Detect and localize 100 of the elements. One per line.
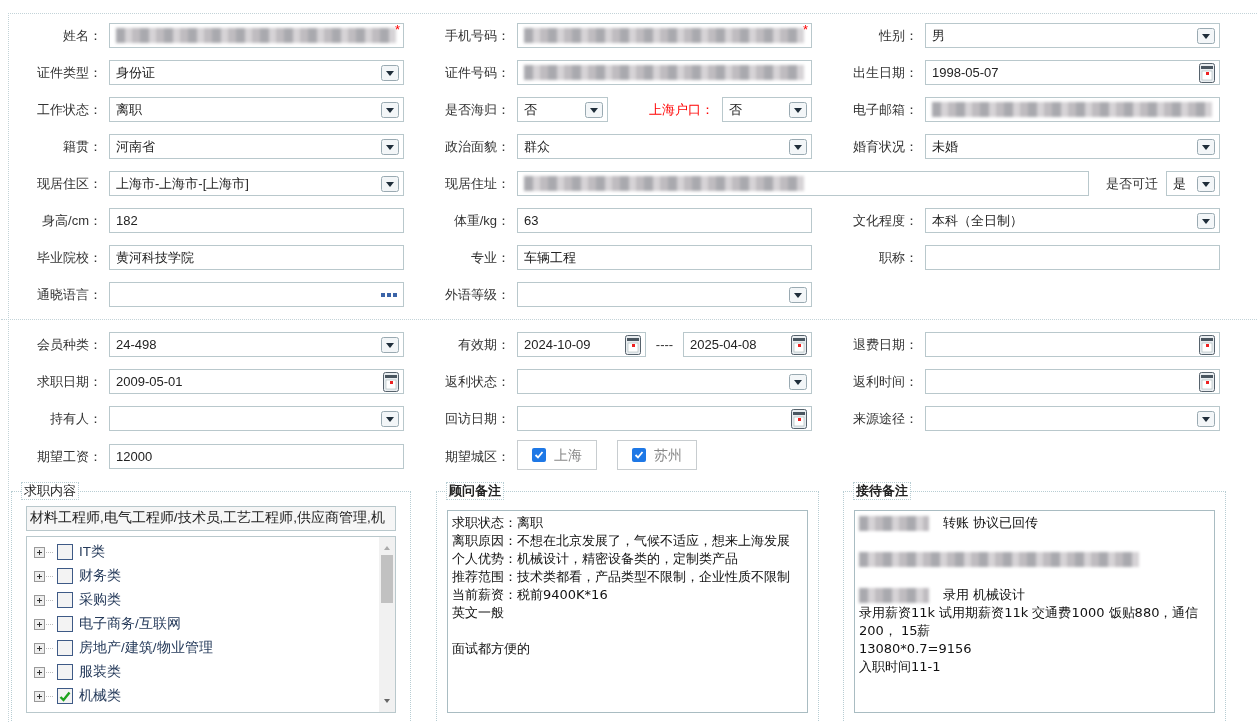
input-field[interactable] <box>925 245 1220 270</box>
calendar-icon <box>1199 371 1215 392</box>
dropdown[interactable]: 河南省 <box>109 134 404 159</box>
field-label: 返利时间： <box>852 372 919 391</box>
note-line: 个人优势：机械设计，精密设备类的，定制类产品 <box>452 550 738 568</box>
input-field[interactable] <box>517 171 1089 196</box>
tree-item[interactable]: 电子商务/互联网 <box>79 613 181 635</box>
dropdown[interactable]: 24-498 <box>109 332 404 357</box>
note-line: 当前薪资：税前9400K*16 <box>452 586 608 604</box>
note-line: 离职原因：不想在北京发展了，气候不适应，想来上海发展 <box>452 532 790 550</box>
date-field[interactable] <box>925 369 1220 394</box>
calendar-icon <box>1199 334 1215 355</box>
field-label: 职称： <box>878 248 919 267</box>
dropdown[interactable]: 否 <box>721 97 812 122</box>
field-label: 婚育状况： <box>852 137 919 156</box>
date-field[interactable]: 2024-10-09 <box>517 332 646 357</box>
notes-textarea[interactable]: 转账 协议已回传 录用 机械设计 录用薪资11k 试用期薪资11k 交通费1000 饭贴880，通信200， 15薪 13080*0.7=9156 入职时间11-1 <box>854 510 1215 713</box>
field-label: 证件类型： <box>36 63 103 82</box>
note-line: 英文一般 <box>452 604 504 622</box>
field-label: 毕业院校： <box>36 248 103 267</box>
checkbox[interactable] <box>57 688 73 704</box>
panel-title: 顾问备注 <box>446 482 504 500</box>
calendar-icon <box>791 408 807 429</box>
dropdown[interactable]: 男 <box>925 23 1220 48</box>
checkbox[interactable] <box>57 568 73 584</box>
tree-item[interactable]: 采购类 <box>79 589 121 611</box>
calendar-icon <box>383 371 399 392</box>
panel-title: 求职内容 <box>21 482 79 500</box>
checkbox[interactable] <box>57 640 73 656</box>
field-label: 文化程度： <box>852 211 919 230</box>
note-line: 求职状态：离职 <box>452 514 543 532</box>
dropdown[interactable]: 否 <box>517 97 608 122</box>
date-field[interactable] <box>517 406 812 431</box>
expand-icon[interactable] <box>34 642 54 654</box>
input-field[interactable]: 182 <box>109 208 404 233</box>
tree-item[interactable]: 财务类 <box>79 565 121 587</box>
field-label: 性别： <box>878 26 919 45</box>
field-label: 期望工资： <box>36 447 103 466</box>
city-checkbox[interactable]: 苏州 <box>617 440 697 470</box>
field-label: 籍贯： <box>62 137 103 156</box>
field-label: 电子邮箱： <box>852 100 919 119</box>
expand-icon[interactable] <box>34 618 54 630</box>
date-field[interactable]: 2025-04-08 <box>683 332 812 357</box>
tree-item[interactable]: 房地产/建筑/物业管理 <box>79 637 213 659</box>
input-field[interactable]: 63 <box>517 208 812 233</box>
input-field[interactable] <box>925 97 1220 122</box>
expand-icon[interactable] <box>34 690 54 702</box>
field-label: 现居住区： <box>36 174 103 193</box>
dropdown[interactable]: 身份证 <box>109 60 404 85</box>
field-label: 姓名： <box>62 26 103 45</box>
field-label: 返利状态： <box>444 372 511 391</box>
checkbox[interactable] <box>57 664 73 680</box>
note-line: 入职时间11-1 <box>859 658 941 676</box>
date-field[interactable] <box>925 332 1220 357</box>
dropdown[interactable]: 上海市-上海市-[上海市] <box>109 171 404 196</box>
calendar-icon <box>1199 62 1215 83</box>
field-label: 求职日期： <box>36 372 103 391</box>
checkbox[interactable] <box>57 616 73 632</box>
panel-title: 接待备注 <box>853 482 911 500</box>
dropdown[interactable]: 是 <box>1166 171 1220 196</box>
scrollbar[interactable] <box>379 537 395 712</box>
checkbox[interactable] <box>57 592 73 608</box>
field-label: 身高/cm： <box>41 211 103 230</box>
input-field[interactable] <box>517 60 812 85</box>
field-label: 是否海归： <box>444 100 511 119</box>
calendar-icon <box>791 334 807 355</box>
input-field[interactable]: 黄河科技学院 <box>109 245 404 270</box>
field-label: 是否可迁 <box>1105 174 1159 193</box>
checkbox[interactable] <box>532 448 546 462</box>
field-label: 有效期： <box>457 335 511 354</box>
input-field[interactable]: * <box>109 23 404 48</box>
checkbox[interactable] <box>57 544 73 560</box>
picker-field[interactable] <box>109 282 404 307</box>
city-checkbox[interactable]: 上海 <box>517 440 597 470</box>
input-field[interactable]: 12000 <box>109 444 404 469</box>
input-field[interactable]: * <box>517 23 812 48</box>
expand-icon[interactable] <box>34 666 54 678</box>
checkbox[interactable] <box>632 448 646 462</box>
tree-item[interactable]: 服装类 <box>79 661 121 683</box>
field-label: 手机号码： <box>444 26 511 45</box>
dropdown[interactable]: 未婚 <box>925 134 1220 159</box>
dropdown[interactable]: 离职 <box>109 97 404 122</box>
note-line: 录用薪资11k 试用期薪资11k 交通费1000 饭贴880，通信200， 15薪 <box>859 604 1200 640</box>
tree-item[interactable]: 机械类 <box>79 685 121 707</box>
job-summary-field[interactable]: 材料工程师,电气工程师/技术员,工艺工程师,供应商管理,机 <box>26 506 396 531</box>
dropdown[interactable]: 本科（全日制） <box>925 208 1220 233</box>
notes-textarea[interactable]: 求职状态：离职 离职原因：不想在北京发展了，气候不适应，想来上海发展 个人优势：机械设计，精密设备类的，定制类产品 推荐范围：技术类都看，产品类型不限制，企业性质不限制 当前薪资：税前9400K*16 英文一般 面试都方便的 <box>447 510 808 713</box>
field-label: 通晓语言： <box>36 285 103 304</box>
tree-item[interactable]: IT类 <box>79 541 105 563</box>
date-field[interactable]: 2009-05-01 <box>109 369 404 394</box>
expand-icon[interactable] <box>34 594 54 606</box>
input-field[interactable]: 车辆工程 <box>517 245 812 270</box>
expand-icon[interactable] <box>34 546 54 558</box>
dropdown[interactable]: 群众 <box>517 134 812 159</box>
note-line: 推荐范围：技术类都看，产品类型不限制，企业性质不限制 <box>452 568 790 586</box>
expand-icon[interactable] <box>34 570 54 582</box>
date-field[interactable]: 1998-05-07 <box>925 60 1220 85</box>
field-label: 工作状态： <box>36 100 103 119</box>
field-label: 政治面貌： <box>444 137 511 156</box>
field-label: 回访日期： <box>444 409 511 428</box>
